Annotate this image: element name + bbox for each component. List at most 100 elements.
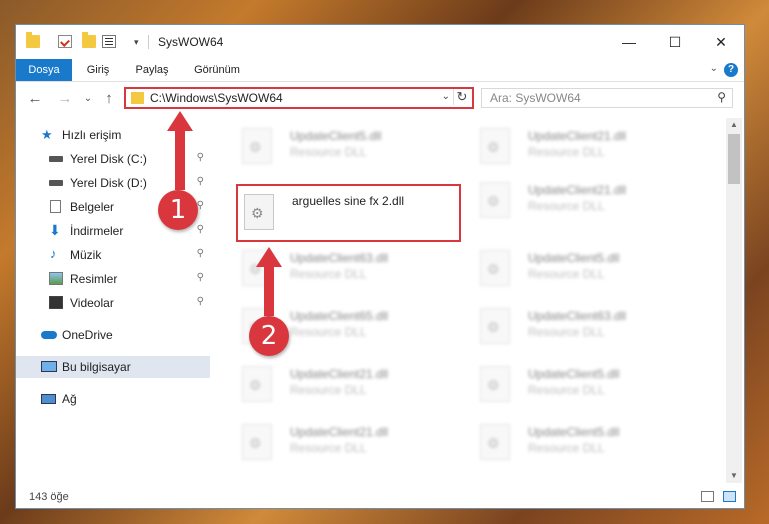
sidebar-item-label: Müzik — [70, 248, 102, 262]
sidebar-item-label: Hızlı erişim — [62, 128, 122, 142]
sidebar-item-label: Ağ — [62, 392, 77, 406]
large-icons-view-icon[interactable] — [723, 491, 736, 502]
tab-file[interactable]: Dosya — [16, 59, 72, 81]
list-item[interactable]: UpdateClient63.dll Resource DLL — [474, 300, 699, 355]
folder-icon — [26, 32, 40, 48]
drive-icon — [49, 156, 63, 162]
sidebar-item-label: Videolar — [70, 296, 114, 310]
back-button[interactable]: ← — [26, 90, 44, 107]
file-type: Resource DLL — [290, 145, 367, 159]
file-name: UpdateClient5.dll — [528, 425, 620, 439]
sidebar-item-music[interactable]: ♪ Müzik ⚲ — [16, 244, 210, 266]
minimize-button[interactable]: — — [606, 25, 652, 59]
step-1-badge: 1 — [158, 190, 198, 230]
list-item[interactable]: UpdateClient21.dll Resource DLL — [474, 120, 699, 175]
item-count: 143 öğe — [29, 491, 69, 503]
title-separator — [148, 35, 149, 49]
list-item[interactable]: UpdateClient5.dll Resource DLL — [474, 358, 699, 413]
sidebar-item-label: Yerel Disk (C:) — [70, 152, 147, 166]
up-button[interactable]: ↑ — [100, 90, 118, 107]
download-icon: ⬇ — [49, 222, 61, 238]
file-type: Resource DLL — [528, 145, 605, 159]
address-dropdown-icon[interactable]: ⌄ — [442, 91, 450, 102]
sidebar-item-label: İndirmeler — [70, 224, 124, 238]
list-item[interactable]: UpdateClient21.dll Resource DLL — [236, 416, 461, 471]
file-name: UpdateClient63.dll — [290, 251, 389, 265]
dll-file-icon — [242, 366, 272, 402]
file-name: UpdateClient5.dll — [528, 251, 620, 265]
pin-icon[interactable]: ⚲ — [197, 296, 204, 307]
arrow-1-shaft — [175, 130, 185, 190]
details-view-icon[interactable] — [701, 491, 714, 502]
address-path[interactable]: C:\Windows\SysWOW64 — [150, 91, 283, 105]
drive-icon — [49, 180, 63, 186]
help-icon[interactable]: ? — [724, 63, 738, 77]
expand-ribbon-icon[interactable]: ⌄ — [710, 63, 718, 74]
cloud-icon — [41, 331, 57, 339]
search-input[interactable]: Ara: SysWOW64 ⚲ — [481, 88, 733, 108]
videos-icon — [49, 296, 63, 309]
sidebar-item-label: Bu bilgisayar — [62, 360, 131, 374]
list-item[interactable]: UpdateClient21.dll Resource DLL — [236, 358, 461, 413]
file-name: arguelles sine fx 2.dll — [292, 194, 405, 208]
dll-file-icon — [480, 308, 510, 344]
file-name: UpdateClient21.dll — [290, 425, 389, 439]
step-2-badge: 2 — [249, 316, 289, 356]
sidebar-item-label: Resimler — [70, 272, 118, 286]
list-item-selected[interactable]: arguelles sine fx 2.dll — [236, 184, 461, 242]
vertical-scrollbar[interactable]: ▲ ▼ — [726, 118, 742, 483]
scrollbar-thumb[interactable] — [728, 134, 740, 184]
tab-share[interactable]: Paylaş — [129, 59, 175, 81]
forward-button[interactable]: → — [56, 90, 74, 107]
dll-file-icon — [480, 182, 510, 218]
properties-check-icon[interactable] — [58, 35, 72, 48]
sidebar-item-network[interactable]: Ağ — [16, 388, 210, 410]
address-row: ← → ⌄ ↑ C:\Windows\SysWOW64 ⌄ ↻ Ara: Sys… — [16, 82, 744, 118]
music-icon: ♪ — [50, 246, 57, 261]
scroll-down-icon[interactable]: ▼ — [726, 469, 742, 483]
dll-file-icon — [244, 194, 274, 230]
refresh-button[interactable]: ↻ — [453, 89, 470, 105]
pin-icon[interactable]: ⚲ — [197, 152, 204, 163]
file-name: UpdateClient21.dll — [290, 367, 389, 381]
close-button[interactable]: ✕ — [698, 25, 744, 59]
list-item[interactable]: UpdateClient21.dll Resource DLL — [474, 174, 699, 229]
list-item[interactable]: UpdateClient5.dll Resource DLL — [236, 120, 461, 175]
maximize-button[interactable]: ☐ — [652, 25, 698, 59]
sidebar-item-pictures[interactable]: Resimler ⚲ — [16, 268, 210, 290]
pin-icon[interactable]: ⚲ — [197, 224, 204, 235]
file-name: UpdateClient63.dll — [528, 309, 627, 323]
dll-file-icon — [242, 128, 272, 164]
dll-file-icon — [480, 424, 510, 460]
tab-home[interactable]: Giriş — [78, 59, 118, 81]
address-bar[interactable]: C:\Windows\SysWOW64 ⌄ ↻ — [124, 87, 474, 109]
title-bar: ▾ SysWOW64 — ☐ ✕ — [16, 25, 744, 59]
dll-file-icon — [480, 128, 510, 164]
window-title: SysWOW64 — [158, 35, 224, 49]
file-type: Resource DLL — [528, 267, 605, 281]
recent-locations-button[interactable]: ⌄ — [79, 93, 97, 104]
sidebar-item-this-pc[interactable]: Bu bilgisayar — [16, 356, 210, 378]
file-type: Resource DLL — [528, 383, 605, 397]
search-icon[interactable]: ⚲ — [717, 90, 726, 104]
new-folder-icon[interactable] — [82, 32, 96, 48]
tab-view[interactable]: Görünüm — [187, 59, 247, 81]
network-icon — [41, 394, 56, 404]
list-item[interactable]: UpdateClient5.dll Resource DLL — [474, 416, 699, 471]
pin-icon[interactable]: ⚲ — [197, 272, 204, 283]
sidebar-item-onedrive[interactable]: OneDrive — [16, 324, 210, 346]
list-item[interactable]: UpdateClient5.dll Resource DLL — [474, 242, 699, 297]
pin-icon[interactable]: ⚲ — [197, 176, 204, 187]
file-name: UpdateClient5.dll — [528, 367, 620, 381]
scroll-up-icon[interactable]: ▲ — [726, 118, 742, 132]
dll-file-icon — [480, 250, 510, 286]
file-type: Resource DLL — [528, 199, 605, 213]
customize-toolbar-icon[interactable] — [102, 35, 116, 48]
pin-icon[interactable]: ⚲ — [197, 248, 204, 259]
explorer-window: ▾ SysWOW64 — ☐ ✕ Dosya Giriş Paylaş Görü… — [15, 24, 745, 509]
file-name: UpdateClient5.dll — [290, 129, 382, 143]
sidebar-item-videos[interactable]: Videolar ⚲ — [16, 292, 210, 314]
chevron-down-icon[interactable]: ▾ — [134, 37, 139, 48]
arrow-2-shaft — [264, 266, 274, 316]
sidebar-item-label: Yerel Disk (D:) — [70, 176, 147, 190]
